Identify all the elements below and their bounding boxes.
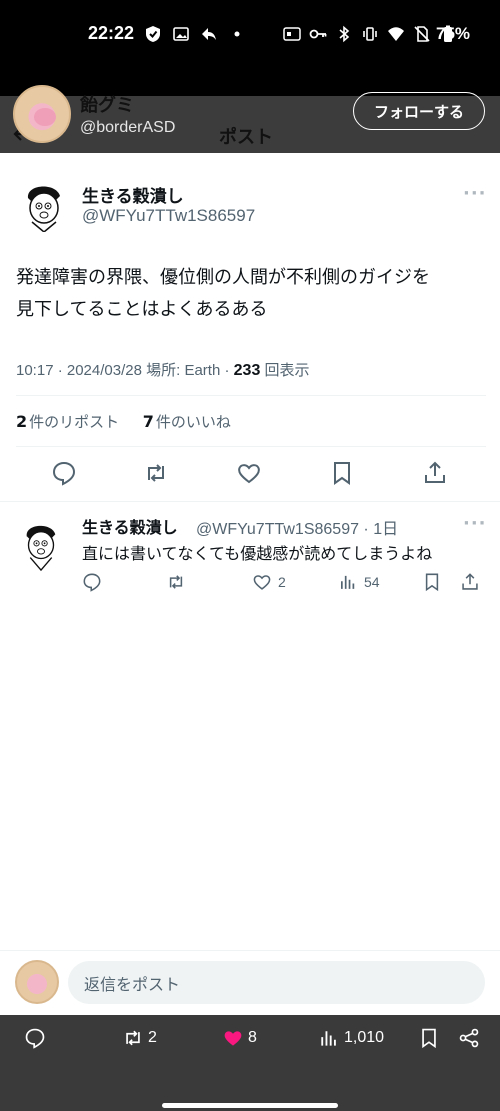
more-icon[interactable]: ··· — [463, 183, 487, 204]
repost-icon — [169, 575, 183, 589]
vibrate-icon — [363, 27, 377, 41]
reply-bookmark-button[interactable] — [422, 572, 442, 592]
profile-handle: @borderASD — [80, 119, 176, 136]
share-icon — [462, 573, 478, 590]
bookmark-icon[interactable] — [329, 460, 355, 486]
reply-icon[interactable] — [51, 460, 77, 486]
bottom-repost-button[interactable]: 2 — [122, 1027, 157, 1049]
dot-icon — [234, 31, 240, 37]
composer-avatar — [15, 960, 59, 1004]
no-sim-icon — [414, 26, 430, 42]
tweet-text-line: 発達障害の界隈、優位側の人間が不利側のガイジを — [16, 267, 430, 288]
views-icon — [321, 1031, 336, 1046]
views-icon — [341, 575, 355, 589]
status-time: 22:22 — [88, 23, 135, 43]
like-icon — [253, 575, 271, 590]
bottom-share-button[interactable] — [458, 1027, 480, 1049]
battery-percent: 75% — [436, 24, 471, 43]
reply-author-avatar[interactable] — [16, 516, 66, 576]
tweet-text: 発達障害の界隈、優位側の人間が不利側のガイジを 見下してることはよくあるある — [16, 262, 486, 326]
page-title: ポスト — [219, 127, 273, 148]
divider — [16, 395, 486, 396]
author-avatar[interactable] — [16, 176, 72, 232]
reply-views-count: 54 — [364, 574, 380, 590]
reply-arrow-icon — [202, 28, 216, 40]
repost-icon[interactable] — [143, 460, 169, 486]
bottom-views-button[interactable]: 1,010 — [318, 1027, 384, 1049]
follow-button[interactable]: フォローする — [353, 92, 485, 130]
reply-repost-button[interactable] — [166, 572, 186, 592]
tweet-views-label: 回表示 — [264, 362, 310, 379]
reposts-stat[interactable]: 2 件のリポスト — [16, 412, 119, 431]
tweet-text-line: 見下してることはよくあるある — [16, 299, 268, 320]
likes-stat[interactable]: 7 件のいいね — [143, 412, 231, 431]
bottom-bookmark-button[interactable] — [418, 1027, 440, 1049]
reply-share-button[interactable] — [460, 572, 480, 592]
image-icon — [173, 27, 189, 41]
status-system-icons — [283, 25, 457, 43]
divider — [0, 950, 500, 951]
more-icon[interactable]: ··· — [463, 513, 487, 534]
hd-icon — [283, 27, 301, 41]
shield-icon — [146, 26, 160, 42]
reply-like-count: 2 — [278, 574, 286, 590]
tweet-actions — [0, 460, 500, 490]
divider — [16, 446, 486, 447]
reply-author-name[interactable]: 生きる穀潰し — [82, 514, 178, 538]
author-handle[interactable]: @WFYu7TTw1S86597 — [82, 206, 255, 226]
bottom-repost-count: 2 — [148, 1029, 157, 1046]
repost-icon — [126, 1030, 140, 1046]
bookmark-icon — [425, 573, 439, 592]
reply-text: 直には書いてなくても優越感が読めてしまうよね — [82, 544, 433, 563]
home-indicator[interactable] — [162, 1103, 338, 1108]
tweet-engagement-stats: 2 件のリポスト 7 件のいいね — [16, 411, 231, 432]
key-icon — [309, 29, 327, 39]
bottom-like-button[interactable]: 8 — [222, 1027, 257, 1049]
bottom-reply-button[interactable] — [24, 1027, 46, 1049]
profile-avatar[interactable] — [13, 85, 71, 143]
reply-icon — [25, 1028, 45, 1049]
reply-reply-button[interactable] — [82, 572, 102, 592]
tweet-meta: 10:17 · 2024/03/28 場所: Earth · 233 回表示 — [16, 362, 310, 379]
author-name[interactable]: 生きる穀潰し — [82, 182, 184, 207]
reply-icon — [83, 573, 101, 592]
reply-author-handle[interactable]: @WFYu7TTw1S86597 · 1日 — [196, 515, 398, 539]
profile-display-name: 飴グミ — [80, 95, 134, 116]
reply-like-button[interactable]: 2 — [252, 572, 286, 592]
wifi-icon — [388, 27, 404, 41]
tweet-views-count: 233 — [233, 362, 261, 379]
reply-actions: 2 54 — [82, 572, 492, 596]
reply-views-button[interactable]: 54 — [338, 572, 380, 592]
bottom-views-count: 1,010 — [344, 1029, 385, 1046]
bottom-like-count: 8 — [248, 1029, 257, 1046]
bookmark-icon — [422, 1028, 436, 1049]
tweet-timestamp[interactable]: 10:17 · 2024/03/28 — [16, 362, 142, 379]
share-icon[interactable] — [422, 460, 448, 486]
like-icon[interactable] — [236, 460, 262, 486]
status-notification-icons — [144, 25, 246, 43]
share-icon — [459, 1028, 479, 1048]
reply-input[interactable]: 返信をポスト — [68, 961, 485, 1004]
tweet-location: 場所: Earth — [146, 362, 221, 379]
bluetooth-icon — [339, 25, 350, 43]
status-bar: 22:22 75% — [0, 0, 500, 96]
like-icon — [224, 1031, 242, 1046]
divider — [0, 501, 500, 502]
